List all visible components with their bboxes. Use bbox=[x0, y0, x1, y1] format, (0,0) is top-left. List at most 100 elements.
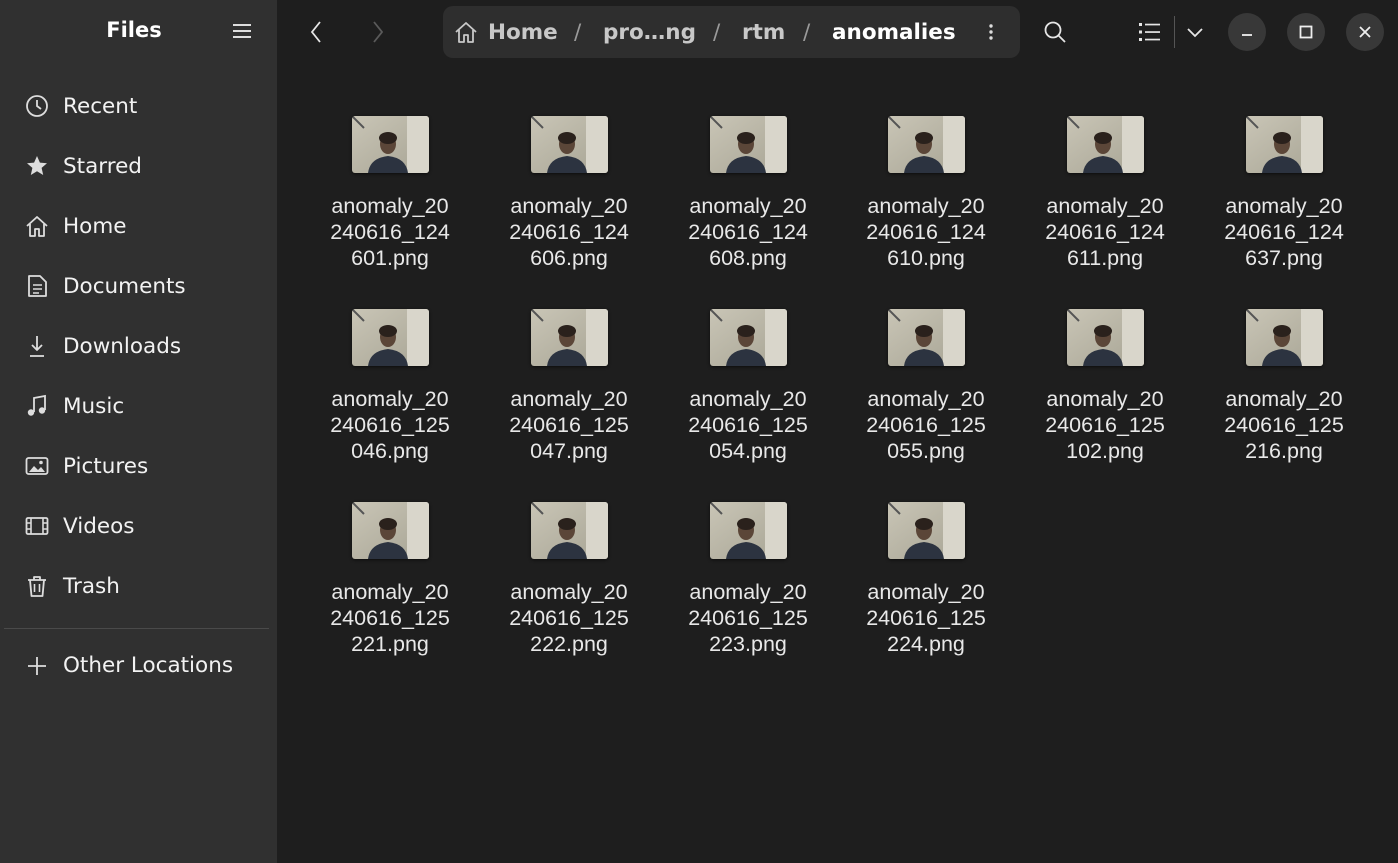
home-icon bbox=[24, 213, 50, 239]
trash-icon bbox=[24, 573, 50, 599]
view-options-button[interactable] bbox=[1179, 14, 1211, 50]
image-thumbnail bbox=[710, 116, 787, 173]
breadcrumb-folder[interactable]: pro…ng bbox=[603, 20, 696, 45]
search-button[interactable] bbox=[1037, 14, 1073, 50]
back-button[interactable] bbox=[299, 14, 333, 50]
file-name: anomaly_20 240616_124 601.png bbox=[330, 194, 450, 270]
minimize-icon bbox=[1242, 34, 1252, 36]
maximize-button[interactable] bbox=[1287, 13, 1325, 51]
main-menu-button[interactable] bbox=[226, 14, 258, 48]
breadcrumb-current[interactable]: anomalies bbox=[832, 20, 956, 45]
sidebar-item-recent[interactable]: Recent bbox=[0, 76, 277, 136]
image-thumbnail bbox=[1246, 309, 1323, 366]
file-item[interactable]: anomaly_20 240616_125 055.png bbox=[846, 309, 1006, 499]
image-thumbnail bbox=[352, 309, 429, 366]
file-item[interactable]: anomaly_20 240616_125 222.png bbox=[489, 502, 649, 692]
minimize-button[interactable] bbox=[1228, 13, 1266, 51]
file-item[interactable]: anomaly_20 240616_125 046.png bbox=[310, 309, 470, 499]
home-icon[interactable] bbox=[453, 19, 479, 49]
sidebar-item-starred[interactable]: Starred bbox=[0, 136, 277, 196]
file-name: anomaly_20 240616_125 055.png bbox=[866, 387, 986, 463]
breadcrumb-separator: / bbox=[713, 20, 721, 45]
star-icon bbox=[24, 153, 50, 179]
view-list-button[interactable] bbox=[1132, 14, 1168, 50]
clock-icon bbox=[24, 93, 50, 119]
file-item[interactable]: anomaly_20 240616_124 601.png bbox=[310, 116, 470, 306]
file-name: anomaly_20 240616_124 637.png bbox=[1224, 194, 1344, 270]
image-thumbnail bbox=[888, 309, 965, 366]
sidebar-item-label: Starred bbox=[63, 153, 142, 179]
image-thumbnail bbox=[352, 116, 429, 173]
file-item[interactable]: anomaly_20 240616_125 047.png bbox=[489, 309, 649, 499]
sidebar-item-pictures[interactable]: Pictures bbox=[0, 436, 277, 496]
list-view-icon bbox=[1139, 23, 1160, 41]
sidebar-item-other-locations[interactable]: Other Locations bbox=[0, 636, 277, 696]
breadcrumb-home[interactable]: Home bbox=[488, 20, 558, 45]
file-item[interactable]: anomaly_20 240616_124 606.png bbox=[489, 116, 649, 306]
file-name: anomaly_20 240616_125 221.png bbox=[330, 580, 450, 656]
chevron-down-icon bbox=[1187, 28, 1203, 38]
file-item[interactable]: anomaly_20 240616_125 224.png bbox=[846, 502, 1006, 692]
file-name: anomaly_20 240616_125 046.png bbox=[330, 387, 450, 463]
image-thumbnail bbox=[1067, 309, 1144, 366]
sidebar-item-trash[interactable]: Trash bbox=[0, 556, 277, 616]
music-icon bbox=[24, 393, 50, 419]
sidebar-item-videos[interactable]: Videos bbox=[0, 496, 277, 556]
file-item[interactable]: anomaly_20 240616_125 223.png bbox=[668, 502, 828, 692]
sidebar-item-downloads[interactable]: Downloads bbox=[0, 316, 277, 376]
chevron-left-icon bbox=[310, 21, 321, 43]
sidebar-item-label: Recent bbox=[63, 93, 138, 119]
file-name: anomaly_20 240616_125 224.png bbox=[866, 580, 986, 656]
sidebar-header: Files bbox=[0, 0, 277, 64]
close-button[interactable] bbox=[1346, 13, 1384, 51]
breadcrumb-separator: / bbox=[803, 20, 811, 45]
file-item[interactable]: anomaly_20 240616_125 102.png bbox=[1025, 309, 1185, 499]
download-icon bbox=[24, 333, 50, 359]
file-name: anomaly_20 240616_125 054.png bbox=[688, 387, 808, 463]
sidebar-item-documents[interactable]: Documents bbox=[0, 256, 277, 316]
search-icon bbox=[1044, 21, 1066, 43]
sidebar-item-music[interactable]: Music bbox=[0, 376, 277, 436]
file-item[interactable]: anomaly_20 240616_124 637.png bbox=[1204, 116, 1364, 306]
file-name: anomaly_20 240616_125 223.png bbox=[688, 580, 808, 656]
document-icon bbox=[24, 273, 50, 299]
file-name: anomaly_20 240616_125 102.png bbox=[1045, 387, 1165, 463]
picture-icon bbox=[24, 453, 50, 479]
image-thumbnail bbox=[1246, 116, 1323, 173]
file-item[interactable]: anomaly_20 240616_125 054.png bbox=[668, 309, 828, 499]
file-grid: anomaly_20 240616_124 601.png anomaly_20 24… bbox=[277, 64, 1398, 863]
file-item[interactable]: anomaly_20 240616_124 611.png bbox=[1025, 116, 1185, 306]
plus-icon bbox=[24, 653, 50, 679]
kebab-menu-icon bbox=[989, 24, 993, 40]
image-thumbnail bbox=[1067, 116, 1144, 173]
sidebar-item-label: Trash bbox=[63, 573, 120, 599]
sidebar-item-label: Home bbox=[63, 213, 127, 239]
places-list: Recent Starred Home Documents Downloads bbox=[0, 76, 277, 616]
file-name: anomaly_20 240616_124 611.png bbox=[1045, 194, 1165, 270]
breadcrumb-folder[interactable]: rtm bbox=[742, 20, 785, 45]
sidebar-item-label: Documents bbox=[63, 273, 186, 299]
sidebar-item-home[interactable]: Home bbox=[0, 196, 277, 256]
path-menu-button[interactable] bbox=[981, 20, 1001, 44]
file-name: anomaly_20 240616_125 222.png bbox=[509, 580, 629, 656]
close-icon bbox=[1359, 26, 1371, 38]
breadcrumb-separator: / bbox=[574, 20, 582, 45]
path-bar: Home / pro…ng / rtm / anomalies bbox=[443, 6, 1020, 58]
sidebar-item-label: Pictures bbox=[63, 453, 149, 479]
image-thumbnail bbox=[888, 116, 965, 173]
image-thumbnail bbox=[710, 502, 787, 559]
forward-button[interactable] bbox=[361, 14, 395, 50]
image-thumbnail bbox=[352, 502, 429, 559]
file-item[interactable]: anomaly_20 240616_125 216.png bbox=[1204, 309, 1364, 499]
sidebar-item-label: Downloads bbox=[63, 333, 182, 359]
image-thumbnail bbox=[531, 502, 608, 559]
sidebar-divider bbox=[4, 628, 269, 629]
view-button-separator bbox=[1174, 16, 1175, 48]
sidebar-item-label: Videos bbox=[63, 513, 135, 539]
file-item[interactable]: anomaly_20 240616_124 610.png bbox=[846, 116, 1006, 306]
file-name: anomaly_20 240616_124 608.png bbox=[688, 194, 808, 270]
file-item[interactable]: anomaly_20 240616_124 608.png bbox=[668, 116, 828, 306]
video-icon bbox=[24, 513, 50, 539]
hamburger-icon bbox=[233, 24, 251, 38]
file-item[interactable]: anomaly_20 240616_125 221.png bbox=[310, 502, 470, 692]
